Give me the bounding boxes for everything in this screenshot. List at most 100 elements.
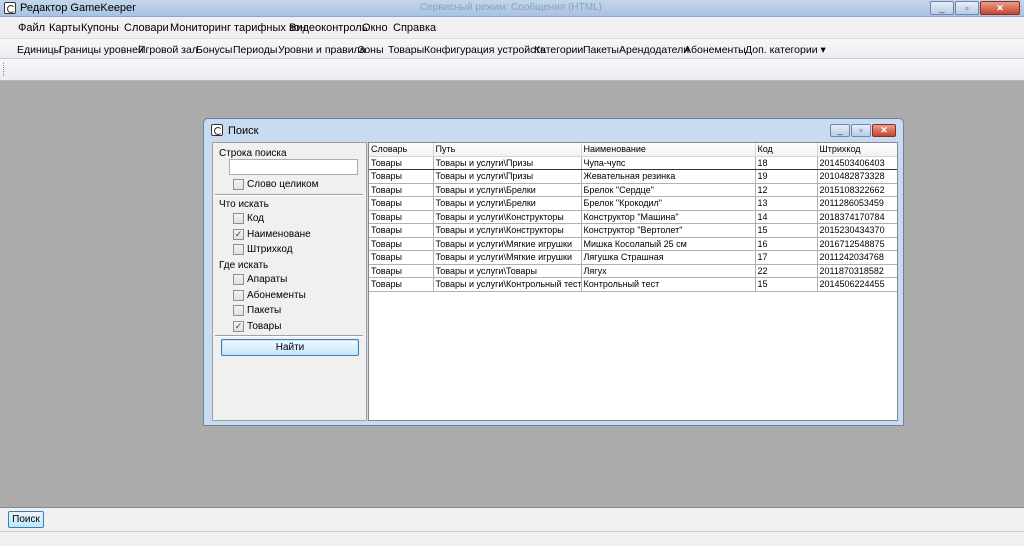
search-input[interactable] [229,159,358,175]
faded-title: Сервисный режим: Сообщения (HTML) [420,2,602,13]
tb-bonuses[interactable]: Бонусы [196,44,232,56]
col-code[interactable]: Код [755,143,818,157]
cell-barcode: 2010482873328 [817,169,897,184]
cell-path: Товары и услуги\Брелки [433,196,582,211]
cell-code: 17 [755,250,818,265]
table-row[interactable]: Товары Товары и услуги\Мягкие игрушки Мишк… [369,237,897,251]
col-name[interactable]: Наименование [581,143,756,157]
col-barcode[interactable]: Штрихкод [817,143,897,157]
table-row[interactable]: Товары Товары и услуги\Товары Лягух 22 20118… [369,264,897,278]
cell-name: Брелок "Сердце" [581,183,756,197]
cell-name: Брелок "Крокодил" [581,196,756,211]
cell-name: Чупа-чупс [581,155,756,170]
whole-word-label: Слово целиком [247,179,319,190]
toolbar-secondary [0,59,1024,81]
cell-path: Товары и услуги\Призы [433,169,582,184]
tb-game-hall[interactable]: Игровой зал [138,44,198,56]
cell-path: Товары и услуги\Призы [433,155,582,170]
find-button[interactable]: Найти [221,339,359,356]
tb-packages[interactable]: Пакеты [583,44,619,56]
cell-barcode: 2015108322662 [817,183,897,197]
cell-dictionary: Товары [369,155,434,170]
tb-units[interactable]: Единицы [17,44,61,56]
code-checkbox[interactable] [233,213,244,224]
menu-tariff-monitoring[interactable]: Мониторинг тарифных зон [170,22,306,34]
status-bar [0,531,1024,546]
subscriptions-checkbox[interactable] [233,290,244,301]
cell-dictionary: Товары [369,196,434,211]
tb-zones[interactable]: Зоны [358,44,384,56]
menu-dictionaries[interactable]: Словари [124,22,169,34]
tb-extra-categories[interactable]: Доп. категории ▾ [745,44,826,56]
menu-window[interactable]: Окно [362,22,388,34]
tb-categories[interactable]: Категории [534,44,583,56]
cell-barcode: 2014503406403 [817,155,897,170]
restore-button[interactable]: ▫ [955,1,979,15]
what-to-search-label: Что искать [219,199,269,210]
cell-code: 12 [755,183,818,197]
table-row[interactable]: Товары Товары и услуги\Мягкие игрушки Лягу… [369,250,897,265]
table-row[interactable]: Товары Товары и услуги\Конструкторы Констр… [369,210,897,224]
cell-path: Товары и услуги\Конструкторы [433,223,582,238]
packages-checkbox[interactable] [233,305,244,316]
menu-bar: Файл Карты Купоны Словари Мониторинг тар… [0,18,1024,38]
dialog-title: Поиск [228,125,259,137]
menu-cards[interactable]: Карты [49,22,80,34]
tb-subscriptions[interactable]: Абонементы [684,44,746,56]
taskbar-search-button[interactable]: Поиск [8,511,44,528]
col-path[interactable]: Путь [433,143,582,157]
goods-checkbox[interactable]: ✓ [233,321,244,332]
table-row[interactable]: Товары Товары и услуги\Брелки Брелок "Серд… [369,183,897,197]
cell-code: 14 [755,210,818,224]
menu-coupons[interactable]: Купоны [81,22,119,34]
dialog-minimize-button[interactable]: _ [830,124,850,137]
tb-levels-rules[interactable]: Уровни и правила [278,44,366,56]
col-dictionary[interactable]: Словарь [369,143,434,157]
toolbar: Единицы Границы уровней Игровой зал Бону… [0,38,1024,59]
menu-file[interactable]: Файл [18,22,45,34]
machines-label: Апараты [247,274,288,285]
goods-label: Товары [247,321,282,332]
dialog-maximize-button[interactable]: ▫ [851,124,871,137]
search-dialog: Поиск _ ▫ ✕ Строка поиска Слово целиком … [203,118,904,426]
tb-device-config[interactable]: Конфигурация устройств [424,44,546,56]
dialog-close-button[interactable]: ✕ [872,124,896,137]
machines-checkbox[interactable] [233,274,244,285]
cell-code: 16 [755,237,818,251]
name-checkbox[interactable]: ✓ [233,229,244,240]
dialog-titlebar[interactable]: Поиск _ ▫ ✕ [204,119,903,141]
tb-level-bounds[interactable]: Границы уровней [59,44,144,56]
cell-code: 13 [755,196,818,211]
cell-path: Товары и услуги\Мягкие игрушки [433,250,582,265]
tb-periods[interactable]: Периоды [233,44,277,56]
menu-help[interactable]: Справка [393,22,436,34]
minimize-button[interactable]: _ [930,1,954,15]
cell-code: 19 [755,169,818,184]
cell-code: 15 [755,223,818,238]
whole-word-checkbox[interactable] [233,179,244,190]
subscriptions-label: Абонементы [247,290,306,301]
table-row[interactable]: Товары Товары и услуги\Призы Жевательная р… [369,169,897,184]
table-row[interactable]: Товары Товары и услуги\Призы Чупа-чупс 18 20… [369,155,897,170]
cell-name: Мишка Косолапый 25 см [581,237,756,251]
toolbar-grip[interactable] [3,63,6,76]
tb-landlords[interactable]: Арендодатели [619,44,689,56]
table-row[interactable]: Товары Товары и услуги\Контрольный тест Ко… [369,277,897,292]
cell-dictionary: Товары [369,250,434,265]
divider [215,335,363,337]
cell-barcode: 2015230434370 [817,223,897,238]
search-string-label: Строка поиска [219,148,287,159]
results-grid[interactable]: Словарь Путь Наименование Код Штрихкод Т… [368,142,898,421]
cell-path: Товары и услуги\Брелки [433,183,582,197]
barcode-label: Штрихкод [247,244,293,255]
close-button[interactable]: ✕ [980,1,1020,15]
tb-goods[interactable]: Товары [388,44,424,56]
table-row[interactable]: Товары Товары и услуги\Брелки Брелок "Крок… [369,196,897,211]
cell-dictionary: Товары [369,237,434,251]
menu-video[interactable]: Видеоконтроль [289,22,367,34]
barcode-checkbox[interactable] [233,244,244,255]
code-label: Код [247,213,265,224]
app-title: Редактор GameKeeper [20,2,136,14]
cell-name: Контрольный тест [581,277,756,292]
table-row[interactable]: Товары Товары и услуги\Конструкторы Констр… [369,223,897,238]
